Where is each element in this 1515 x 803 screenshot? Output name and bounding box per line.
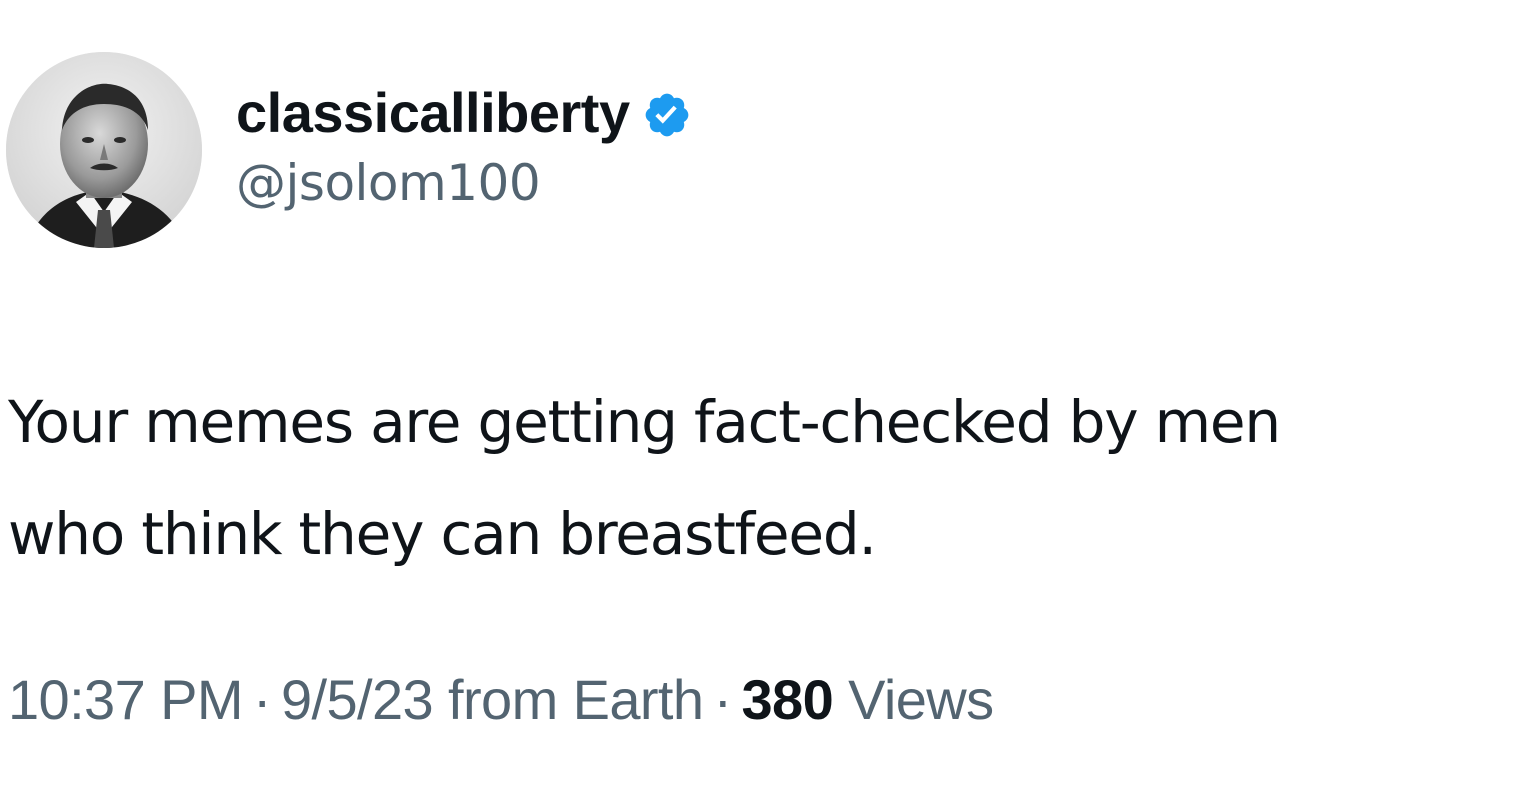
display-name[interactable]: classicalliberty <box>236 85 630 141</box>
author-handle[interactable]: @jsolom100 <box>236 158 541 208</box>
tweet-card: classicalliberty @jsolom100 Your memes a… <box>0 0 1515 803</box>
meta-separator: · <box>713 668 732 731</box>
tweet-time[interactable]: 10:37 PM <box>8 668 244 731</box>
tweet-meta: 10:37 PM · 9/5/23 from Earth · 380 Views <box>8 672 994 728</box>
avatar[interactable] <box>6 52 202 248</box>
verified-badge-icon[interactable] <box>642 90 692 140</box>
tweet-text: Your memes are getting fact-checked by m… <box>8 388 1281 568</box>
tweet-date-location[interactable]: 9/5/23 from Earth <box>281 668 704 731</box>
avatar-portrait-icon <box>6 52 202 248</box>
author-name-row: classicalliberty <box>236 78 692 148</box>
views-label: Views <box>848 668 994 731</box>
meta-separator: · <box>252 668 272 731</box>
views-count[interactable]: 380 <box>742 668 834 731</box>
